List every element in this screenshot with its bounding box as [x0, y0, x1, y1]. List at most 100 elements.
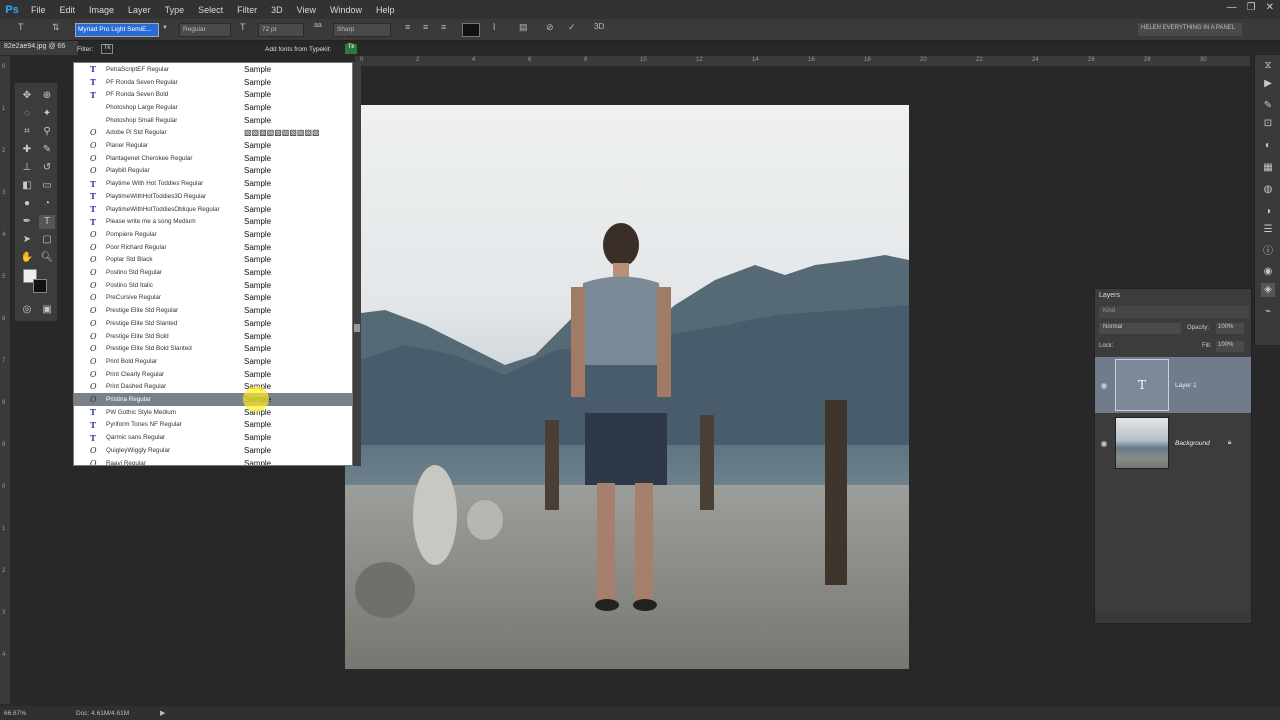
font-list-item[interactable]: T Please write me a song Medium Sample: [74, 215, 352, 228]
menu-filter[interactable]: Filter: [230, 5, 264, 15]
font-list-item[interactable]: O Pompiere Regular Sample: [74, 228, 352, 241]
font-list-item[interactable]: O Raavi Regular Sample: [74, 457, 352, 465]
hand-tool-icon[interactable]: ✋: [19, 251, 35, 265]
shape-tool-icon[interactable]: ▢: [39, 233, 55, 247]
font-family-field[interactable]: Myriad Pro Light SemiE...: [75, 23, 159, 37]
gradient-tool-icon[interactable]: ▭: [39, 179, 55, 193]
type-tool-icon[interactable]: T: [39, 215, 55, 229]
layers-panel-icon[interactable]: ◈: [1261, 283, 1275, 297]
toggle-orientation-icon[interactable]: ⇅: [52, 22, 60, 36]
marquee-tool-icon[interactable]: ◌: [19, 107, 35, 121]
align-left-icon[interactable]: ≡: [405, 22, 410, 36]
font-size-field[interactable]: 72 pt: [258, 23, 304, 37]
dodge-tool-icon[interactable]: ◔: [39, 197, 55, 211]
font-list-item[interactable]: T PetraScriptEF Regular Sample: [74, 63, 352, 76]
styles-panel-icon[interactable]: ◍: [1261, 183, 1275, 197]
font-list-item[interactable]: Photoshop Large Regular Sample: [74, 101, 352, 114]
workspace-switcher[interactable]: HELEN EVERYTHING IN A PANEL: [1138, 23, 1242, 36]
chevron-down-icon[interactable]: ▼: [162, 25, 168, 39]
move-tool-icon[interactable]: ✥: [19, 89, 35, 103]
font-list-item[interactable]: O Postino Std Regular Sample: [74, 266, 352, 279]
warp-text-icon[interactable]: ⌇: [492, 22, 496, 36]
layer-kind-filter[interactable]: Kind: [1099, 306, 1249, 318]
font-list-item[interactable]: OPristina RegularSample: [74, 393, 352, 406]
font-list-item[interactable]: O Print Clearly Regular Sample: [74, 368, 352, 381]
font-list-item[interactable]: T PlaytimeWithHotToddiesOblique Regular Sa…: [74, 203, 352, 216]
font-list-item[interactable]: T Pyriform Tones NF Regular Sample: [74, 419, 352, 432]
type-tool-preset-icon[interactable]: T: [18, 22, 24, 36]
document-tab[interactable]: 82e2ae94.jpg @ 66: [0, 41, 78, 55]
menu-3d[interactable]: 3D: [264, 5, 290, 15]
layer-row-background[interactable]: ◉ Background 🔒︎: [1095, 415, 1251, 471]
screen-mode-icon[interactable]: ▣: [39, 303, 55, 317]
visibility-eye-icon[interactable]: ◉: [1095, 439, 1113, 448]
eyedropper-icon[interactable]: ⚲: [39, 125, 55, 139]
font-list-item[interactable]: O Poplar Std Black Sample: [74, 254, 352, 267]
layer-row-layer-1[interactable]: ◉ T Layer 1: [1095, 357, 1251, 413]
info-panel-icon[interactable]: ⓘ: [1261, 245, 1275, 259]
channels-panel-icon[interactable]: ◉: [1261, 265, 1275, 279]
color-panel-icon[interactable]: ◐: [1261, 139, 1275, 153]
text-color-swatch[interactable]: [462, 23, 480, 37]
zoom-tool-icon[interactable]: 🔍︎: [39, 251, 55, 265]
font-list-item[interactable]: O Prestige Elite Std Slanted Sample: [74, 317, 352, 330]
background-color-swatch[interactable]: [33, 279, 47, 293]
swatches-panel-icon[interactable]: ▦: [1261, 161, 1275, 175]
blur-tool-icon[interactable]: ●: [19, 197, 35, 211]
font-style-dropdown[interactable]: Regular: [179, 23, 231, 37]
visibility-eye-icon[interactable]: ◉: [1095, 381, 1113, 390]
font-list-item[interactable]: T Qarmic sans Regular Sample: [74, 431, 352, 444]
font-list-scrollbar[interactable]: [353, 62, 361, 466]
clone-source-icon[interactable]: ⊡: [1261, 117, 1275, 131]
font-list-item[interactable]: O Planer Regular Sample: [74, 139, 352, 152]
font-list-item[interactable]: O PreCursive Regular Sample: [74, 292, 352, 305]
commit-edit-icon[interactable]: ✓: [568, 22, 576, 36]
eraser-icon[interactable]: ◧: [19, 179, 35, 193]
font-list-item[interactable]: O Prestige Elite Std Regular Sample: [74, 304, 352, 317]
font-list-item[interactable]: Photoshop Small Regular Sample: [74, 114, 352, 127]
history-brush-icon[interactable]: ↺: [39, 161, 55, 175]
restore-icon[interactable]: ❐: [1247, 2, 1256, 13]
brush-panel-icon[interactable]: ✎: [1261, 99, 1275, 113]
font-list-item[interactable]: O Plantagenet Cherokee Regular Sample: [74, 152, 352, 165]
font-list-item[interactable]: O Prestige Elite Std Bold Sample: [74, 330, 352, 343]
font-list-item[interactable]: O Playbill Regular Sample: [74, 165, 352, 178]
opacity-field[interactable]: 100%: [1216, 323, 1244, 334]
magic-wand-icon[interactable]: ✦: [39, 107, 55, 121]
cancel-edit-icon[interactable]: ⊘: [546, 22, 554, 36]
font-list-scroll-thumb[interactable]: [354, 324, 360, 332]
3d-button[interactable]: 3D: [594, 22, 604, 36]
pen-tool-icon[interactable]: ✒: [19, 215, 35, 229]
healing-brush-icon[interactable]: ✚: [19, 143, 35, 157]
menu-image[interactable]: Image: [82, 5, 121, 15]
font-list-item[interactable]: O QuigleyWiggly Regular Sample: [74, 444, 352, 457]
align-center-icon[interactable]: ≡: [423, 22, 428, 36]
adjustments-panel-icon[interactable]: ◑: [1261, 205, 1275, 219]
layers-panel-title[interactable]: Layers: [1099, 292, 1120, 299]
font-list-item[interactable]: T PF Ronda Seven Regular Sample: [74, 76, 352, 89]
menu-file[interactable]: File: [24, 5, 53, 15]
font-list-item[interactable]: O Print Bold Regular Sample: [74, 355, 352, 368]
quick-mask-icon[interactable]: ◎: [19, 303, 35, 317]
antialias-dropdown[interactable]: Sharp: [333, 23, 391, 37]
font-list-item[interactable]: O Postino Std Italic Sample: [74, 279, 352, 292]
font-list-item[interactable]: T PW Gothic Style Medium Sample: [74, 406, 352, 419]
status-menu-chevron-icon[interactable]: ▶: [160, 709, 165, 717]
font-list-item[interactable]: T PF Ronda Seven Bold Sample: [74, 88, 352, 101]
clone-stamp-icon[interactable]: ⊥: [19, 161, 35, 175]
menu-window[interactable]: Window: [323, 5, 369, 15]
actions-panel-icon[interactable]: ▶: [1261, 77, 1275, 91]
artboard-tool-icon[interactable]: ⊕: [39, 89, 55, 103]
typekit-icon[interactable]: Tk: [345, 44, 357, 54]
zoom-level[interactable]: 66.67%: [4, 710, 26, 717]
character-panel-icon[interactable]: ▤: [519, 22, 528, 36]
history-panel-icon[interactable]: ⧖: [1261, 59, 1275, 73]
menu-select[interactable]: Select: [191, 5, 230, 15]
font-list-item[interactable]: OPrint Dashed RegularSample: [74, 381, 352, 394]
menu-help[interactable]: Help: [369, 5, 402, 15]
canvas-image[interactable]: [345, 105, 909, 669]
menu-view[interactable]: View: [290, 5, 323, 15]
minimize-icon[interactable]: —: [1227, 2, 1237, 13]
properties-panel-icon[interactable]: ☰: [1261, 223, 1275, 237]
align-right-icon[interactable]: ≡: [441, 22, 446, 36]
